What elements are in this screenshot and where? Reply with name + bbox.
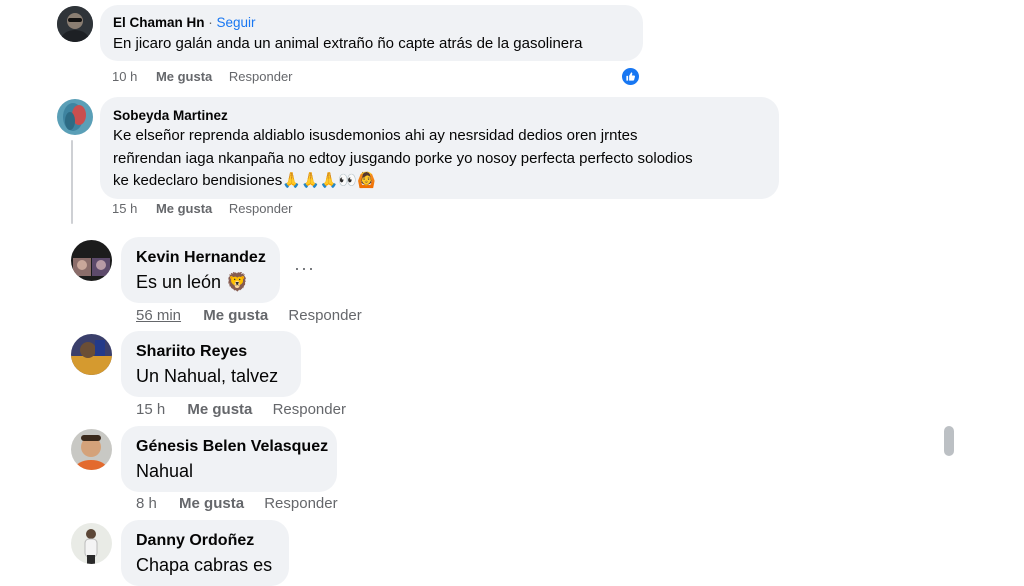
comment-text: En jicaro galán anda un animal extraño ñ… xyxy=(113,35,583,52)
comment-time[interactable]: 15 h xyxy=(136,401,165,418)
comment-bubble: Danny Ordoñez Chapa cabras es xyxy=(121,520,289,586)
separator: · xyxy=(204,15,217,30)
thumbs-up-icon xyxy=(626,72,635,81)
avatar-photo xyxy=(57,99,93,135)
comment-bubble: El Chaman Hn · Seguir En jicaro galán an… xyxy=(100,5,643,61)
reply-button[interactable]: Responder xyxy=(229,69,293,84)
reply-button[interactable]: Responder xyxy=(264,495,337,512)
comment-time[interactable]: 56 min xyxy=(136,307,181,324)
like-button[interactable]: Me gusta xyxy=(156,69,212,84)
comment-time[interactable]: 10 h xyxy=(112,69,137,84)
like-button[interactable]: Me gusta xyxy=(203,307,268,324)
comment-text-line: Ke elseñor reprenda aldiablo isusdemonio… xyxy=(113,127,638,144)
like-reaction-icon[interactable] xyxy=(620,66,641,87)
scrollbar-thumb[interactable] xyxy=(944,426,954,456)
comment-meta: 15 h Me gusta Responder xyxy=(112,201,293,216)
avatar-photo xyxy=(71,334,112,375)
avatar-photo xyxy=(57,6,93,42)
comment-author[interactable]: Danny Ordoñez xyxy=(136,531,277,551)
comment-time[interactable]: 15 h xyxy=(112,201,137,216)
comment-bubble: Sobeyda Martinez Ke elseñor reprenda ald… xyxy=(100,97,779,199)
comment-author[interactable]: Génesis Belen Velasquez xyxy=(136,437,328,457)
comment-bubble: Shariito Reyes Un Nahual, talvez xyxy=(121,331,301,397)
thread-line xyxy=(71,140,73,224)
like-button[interactable]: Me gusta xyxy=(187,401,252,418)
avatar-photo xyxy=(71,240,112,281)
comment-author[interactable]: Shariito Reyes xyxy=(136,342,289,362)
comment-text-line: ke kedeclaro bendisiones🙏🙏🙏👀🙆 xyxy=(113,172,376,189)
comment-bubble: Kevin Hernandez Es un león 🦁 xyxy=(121,237,280,303)
comment-text: Un Nahual, talvez xyxy=(136,366,279,386)
like-button[interactable]: Me gusta xyxy=(179,495,244,512)
comment-author[interactable]: Kevin Hernandez xyxy=(136,248,268,268)
comment-author[interactable]: El Chaman Hn xyxy=(113,15,205,30)
comment-bubble: Génesis Belen Velasquez Nahual xyxy=(121,426,337,492)
comment-author[interactable]: Sobeyda Martinez xyxy=(113,107,767,124)
reply-button[interactable]: Responder xyxy=(288,307,361,324)
avatar[interactable] xyxy=(71,429,112,470)
avatar[interactable] xyxy=(57,99,93,135)
comment-time[interactable]: 8 h xyxy=(136,495,157,512)
comment-text: Es un león 🦁 xyxy=(136,272,249,292)
comment-text: Chapa cabras es xyxy=(136,555,273,575)
follow-link[interactable]: Seguir xyxy=(217,15,256,30)
comment-meta: 15 h Me gusta Responder xyxy=(136,401,346,418)
comment-meta: 56 min Me gusta Responder xyxy=(136,307,362,324)
avatar[interactable] xyxy=(71,240,112,281)
more-options-button[interactable]: ··· xyxy=(294,258,315,279)
comment-meta: 8 h Me gusta Responder xyxy=(136,495,338,512)
avatar[interactable] xyxy=(71,523,112,564)
reply-button[interactable]: Responder xyxy=(273,401,346,418)
reply-button[interactable]: Responder xyxy=(229,201,293,216)
avatar-photo xyxy=(71,429,112,470)
like-button[interactable]: Me gusta xyxy=(156,201,212,216)
avatar-photo xyxy=(71,523,112,564)
avatar[interactable] xyxy=(71,334,112,375)
comment-text: Nahual xyxy=(136,461,194,481)
comment-text-line: reñrendan iaga nkanpaña no edtoy jusgand… xyxy=(113,149,693,167)
avatar[interactable] xyxy=(57,6,93,42)
comment-meta: 10 h Me gusta Responder xyxy=(112,69,293,84)
